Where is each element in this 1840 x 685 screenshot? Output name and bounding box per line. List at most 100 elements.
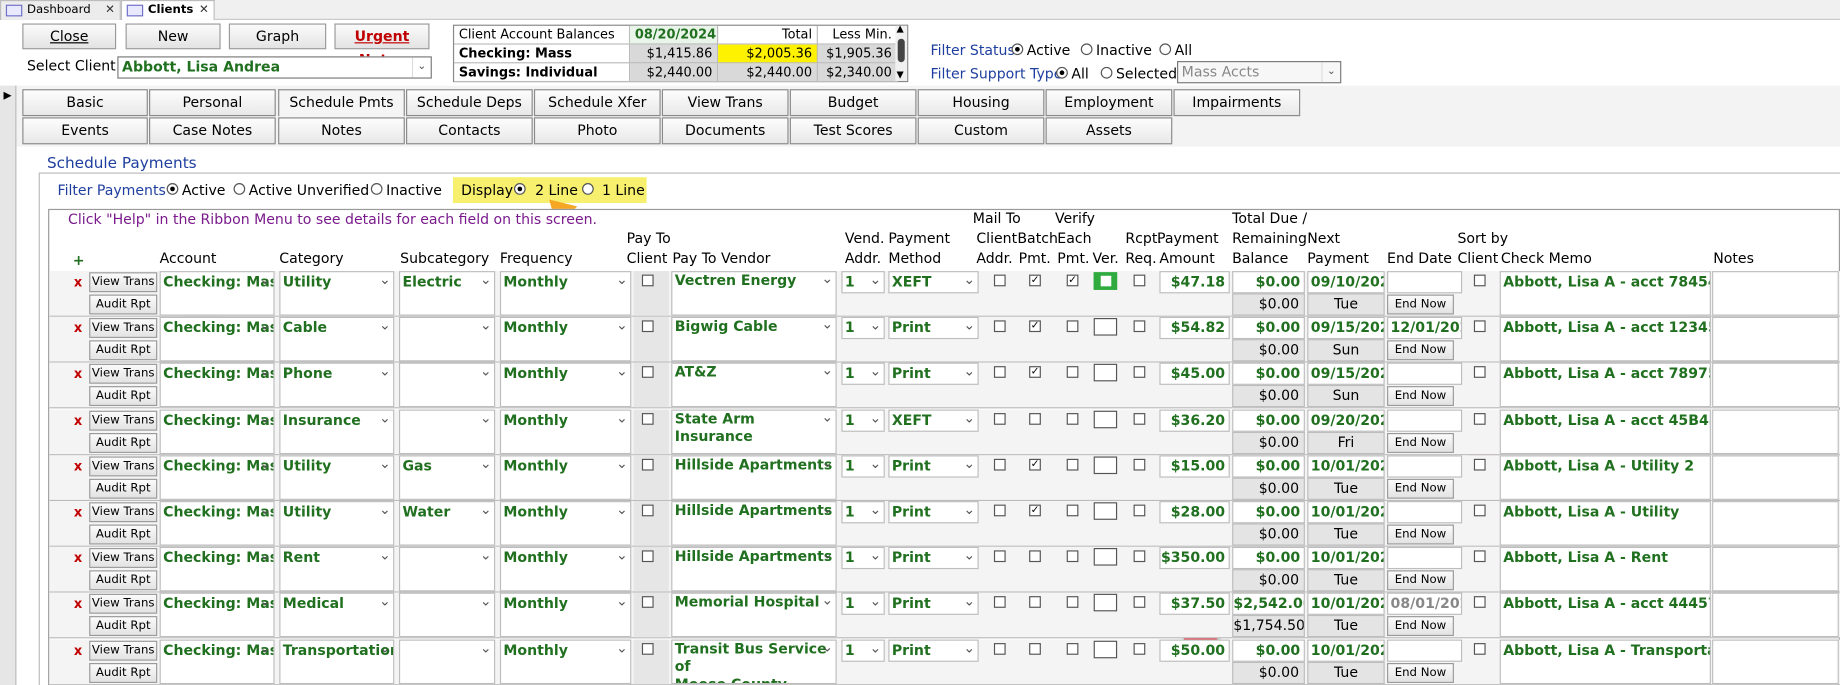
rcpt-req-checkbox[interactable] — [1133, 550, 1146, 563]
frequency-field[interactable]: Monthly — [499, 271, 632, 316]
end-now-button[interactable]: End Now — [1387, 524, 1454, 545]
sort-by-client-checkbox[interactable] — [1473, 550, 1486, 563]
next-payment-field[interactable]: 10/01/2024 — [1307, 455, 1385, 478]
end-date-field[interactable] — [1387, 455, 1463, 478]
payment-method-field[interactable]: XEFT — [888, 271, 979, 294]
verify-each-checkbox[interactable] — [1066, 550, 1079, 563]
verified-checkbox[interactable] — [1093, 640, 1118, 658]
account-field[interactable]: Checking: Mass — [159, 455, 275, 500]
display-2line-radio[interactable] — [513, 183, 526, 195]
payment-amount-field[interactable]: $47.18 — [1159, 271, 1230, 294]
account-field[interactable]: Checking: Mass — [159, 593, 275, 638]
tab-test-scores[interactable]: Test Scores — [789, 117, 917, 145]
verified-checkbox[interactable] — [1093, 318, 1118, 336]
audit-rpt-button[interactable]: Audit Rpt — [89, 662, 158, 683]
end-now-button[interactable]: End Now — [1387, 662, 1454, 683]
audit-rpt-button[interactable]: Audit Rpt — [89, 294, 158, 315]
frequency-field[interactable]: Monthly — [499, 409, 632, 454]
category-field[interactable]: Utility — [279, 271, 395, 316]
view-trans-button[interactable]: View Trans — [89, 548, 158, 569]
category-field[interactable]: Medical — [279, 593, 395, 638]
payments-unverified-radio[interactable] — [233, 183, 246, 195]
end-now-button[interactable]: End Now — [1387, 616, 1454, 637]
frequency-field[interactable]: Monthly — [499, 593, 632, 638]
payment-method-field[interactable]: Print — [888, 593, 979, 616]
vendor-field[interactable]: Hillside Apartments — [671, 455, 837, 500]
graph-button[interactable]: Graph — [228, 23, 327, 50]
rcpt-req-checkbox[interactable] — [1133, 596, 1146, 609]
pay-to-client-checkbox[interactable] — [641, 320, 654, 333]
end-date-field[interactable]: 12/01/2024 — [1387, 317, 1463, 340]
display-1line-radio[interactable] — [582, 183, 594, 195]
check-memo-field[interactable]: Abbott, Lisa A - acct 123456 — [1499, 317, 1711, 362]
vendor-addr-field[interactable]: 1 — [841, 547, 885, 570]
audit-rpt-button[interactable]: Audit Rpt — [89, 386, 158, 407]
view-trans-button[interactable]: View Trans — [89, 318, 158, 339]
notes-field[interactable] — [1712, 317, 1839, 362]
mail-to-client-checkbox[interactable] — [993, 366, 1006, 379]
vendor-addr-field[interactable]: 1 — [841, 409, 885, 432]
verified-checkbox[interactable] — [1093, 456, 1118, 474]
delete-row-button[interactable]: x — [68, 456, 88, 476]
payment-amount-field[interactable]: $45.00 — [1159, 363, 1230, 386]
sort-by-client-checkbox[interactable] — [1473, 504, 1486, 517]
status-all-radio[interactable] — [1159, 43, 1172, 56]
total-due-field[interactable]: $0.00 — [1232, 455, 1305, 478]
payment-method-field[interactable]: Print — [888, 639, 979, 662]
pay-to-client-checkbox[interactable] — [641, 274, 654, 287]
scroll-thumb[interactable] — [897, 38, 905, 63]
pay-to-client-checkbox[interactable] — [641, 366, 654, 379]
payment-amount-field[interactable]: $37.50 — [1159, 593, 1230, 616]
check-memo-field[interactable]: Abbott, Lisa A - Utility — [1499, 501, 1711, 546]
audit-rpt-button[interactable]: Audit Rpt — [89, 616, 158, 637]
category-field[interactable]: Phone — [279, 363, 395, 408]
payment-amount-field[interactable]: $54.82 — [1159, 317, 1230, 340]
tab-documents[interactable]: Documents — [661, 117, 789, 145]
delete-row-button[interactable]: x — [68, 640, 88, 660]
sort-by-client-checkbox[interactable] — [1473, 596, 1486, 609]
verify-each-checkbox[interactable] — [1066, 504, 1079, 517]
pay-to-client-checkbox[interactable] — [641, 550, 654, 563]
vendor-field[interactable]: AT&Z — [671, 363, 837, 408]
account-field[interactable]: Checking: Mass — [159, 501, 275, 546]
support-selected-radio[interactable] — [1100, 66, 1113, 79]
pay-to-client-checkbox[interactable] — [641, 412, 654, 425]
end-now-button[interactable]: End Now — [1387, 294, 1454, 315]
end-date-field[interactable] — [1387, 547, 1463, 570]
batch-pmt-checkbox[interactable] — [1029, 412, 1041, 425]
vendor-field[interactable]: Hillside Apartments — [671, 547, 837, 592]
verify-each-checkbox[interactable] — [1066, 412, 1079, 425]
next-payment-field[interactable]: 10/01/2024 — [1307, 547, 1385, 570]
mail-to-client-checkbox[interactable] — [993, 458, 1006, 471]
tab-housing[interactable]: Housing — [917, 89, 1045, 117]
delete-row-button[interactable]: x — [68, 410, 88, 430]
payment-method-field[interactable]: Print — [888, 547, 979, 570]
subcategory-field[interactable] — [398, 317, 496, 362]
frequency-field[interactable]: Monthly — [499, 317, 632, 362]
mail-to-client-checkbox[interactable] — [993, 504, 1006, 517]
pay-to-client-checkbox[interactable] — [641, 458, 654, 471]
mail-to-client-checkbox[interactable] — [993, 642, 1006, 655]
end-now-button[interactable]: End Now — [1387, 386, 1454, 407]
new-button[interactable]: New — [125, 23, 221, 50]
vendor-field[interactable]: Bigwig Cable — [671, 317, 837, 362]
support-all-radio[interactable] — [1056, 66, 1068, 79]
category-field[interactable]: Transportation — [279, 639, 395, 684]
vendor-addr-field[interactable]: 1 — [841, 455, 885, 478]
frequency-field[interactable]: Monthly — [499, 363, 632, 408]
support-type-combo[interactable]: Mass Accts ⌄ — [1176, 61, 1342, 84]
notes-field[interactable] — [1712, 363, 1839, 408]
verified-checkbox[interactable] — [1093, 594, 1118, 612]
status-inactive-radio[interactable] — [1080, 43, 1093, 56]
vendor-addr-field[interactable]: 1 — [841, 363, 885, 386]
verify-each-checkbox[interactable] — [1066, 596, 1079, 609]
chevron-down-icon[interactable]: ⌄ — [1321, 62, 1340, 83]
verified-checkbox[interactable] — [1093, 410, 1118, 428]
subcategory-field[interactable] — [398, 547, 496, 592]
batch-pmt-checkbox[interactable]: ✓ — [1029, 504, 1041, 517]
total-due-field[interactable]: $0.00 — [1232, 363, 1305, 386]
end-date-field[interactable] — [1387, 501, 1463, 524]
pay-to-client-checkbox[interactable] — [641, 596, 654, 609]
next-payment-field[interactable]: 09/10/2024 — [1307, 271, 1385, 294]
tab-budget[interactable]: Budget — [789, 89, 917, 117]
